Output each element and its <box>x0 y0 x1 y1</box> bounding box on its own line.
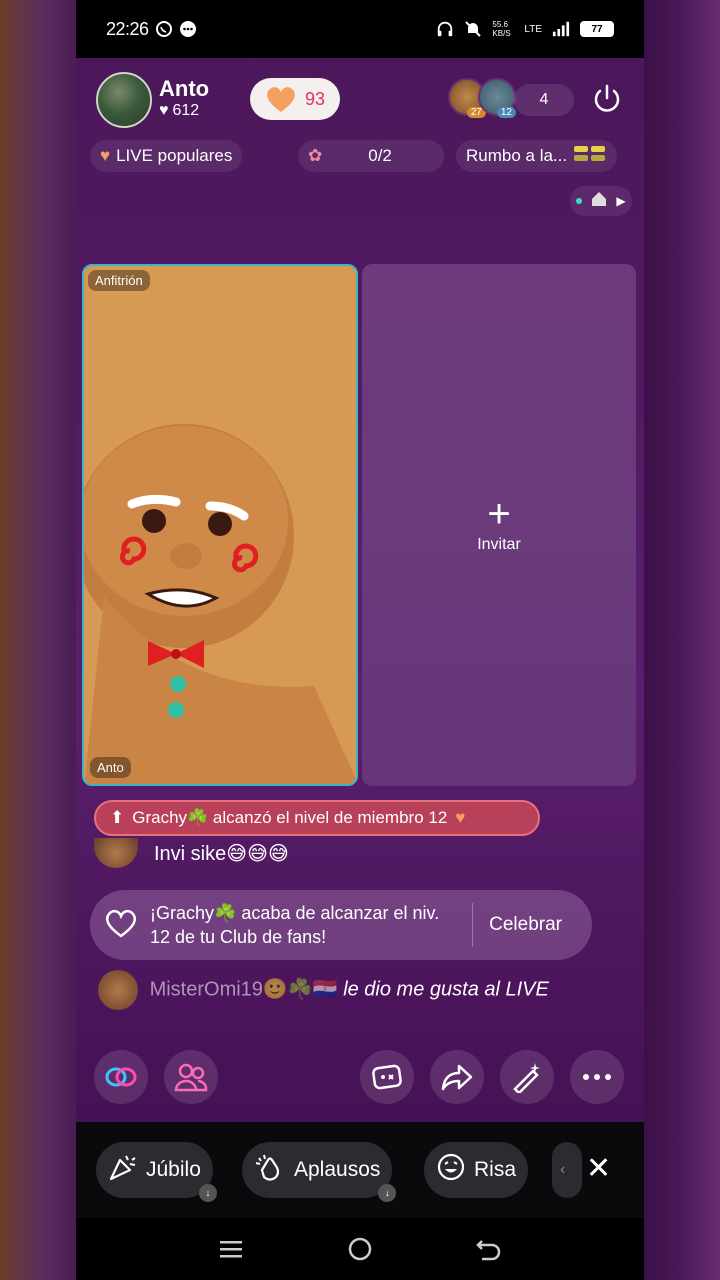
host-name-tag: Anto <box>90 757 131 778</box>
reaction-label: Risa <box>474 1158 517 1181</box>
chat-message: Invi sike😅😅😅 <box>94 838 289 868</box>
network-type: LTE <box>524 23 542 35</box>
net-speed: 55.6 KB/S <box>492 20 511 38</box>
action-row <box>76 1046 644 1104</box>
like-message: MisterOmi19🙂☘️🇵🇾 le dio me gusta al LIVE <box>98 970 618 1010</box>
orange-heart-icon: ♥ <box>100 146 111 165</box>
download-icon: ↓ <box>198 1184 217 1202</box>
viewer-avatar[interactable]: 12 <box>478 78 516 118</box>
host-likes-count: 612 <box>172 102 200 119</box>
heart-count: 93 <box>304 88 326 109</box>
goal-progress: 0/2 <box>368 146 392 165</box>
menu-icon[interactable] <box>216 1234 246 1264</box>
host-likes: ♥ 612 <box>159 102 199 120</box>
goal-icon: ✿ <box>308 146 323 165</box>
link-icon[interactable] <box>94 1050 148 1104</box>
share-icon[interactable] <box>430 1050 484 1104</box>
rumbo-chip[interactable]: Rumbo a la... <box>456 140 618 172</box>
status-time: 22:26 <box>106 18 149 39</box>
status-bar: 22:26 55.6 KB/S LTE 77 <box>76 0 644 58</box>
host-video[interactable]: Anfitrión Anto <box>82 264 358 786</box>
sub-bar: ♥ LIVE populares ✿ 0/2 Rumbo a la... <box>76 140 644 174</box>
signal-icon <box>552 20 570 38</box>
member-banner-text: Grachy☘️ alcanzó el nivel de miembro 12 <box>132 808 448 827</box>
headphones-icon <box>436 20 454 38</box>
chevron-left-icon: ‹ <box>560 1161 566 1178</box>
heart-icon: ♥ <box>159 102 169 119</box>
power-icon[interactable] <box>590 82 624 116</box>
host-name[interactable]: Anto <box>159 76 209 102</box>
celebrate-button[interactable]: Celebrar <box>472 903 578 947</box>
plus-icon: + <box>487 492 511 536</box>
host-avatar[interactable] <box>96 72 152 128</box>
fan-club-banner: ¡Grachy☘️ acaba de alcanzar el niv. 12 d… <box>90 890 592 960</box>
people-icon[interactable] <box>164 1050 218 1104</box>
more-icon[interactable] <box>570 1050 624 1104</box>
viewer-count[interactable]: 4 <box>514 84 574 116</box>
download-icon: ↓ <box>378 1184 397 1202</box>
dot-icon <box>576 198 583 204</box>
laugh-icon <box>436 1152 466 1188</box>
heart-outline-icon <box>104 908 138 943</box>
top-viewers[interactable]: 27 12 <box>448 78 516 118</box>
whatsapp-icon <box>155 20 173 38</box>
reaction-risa[interactable]: Risa <box>424 1142 529 1198</box>
back-icon[interactable] <box>474 1234 504 1264</box>
chat-icon <box>179 20 197 38</box>
reaction-aplausos[interactable]: Aplausos ↓ <box>242 1142 397 1202</box>
like-username[interactable]: MisterOmi19🙂☘️🇵🇾 <box>150 978 338 1000</box>
rumbo-label: Rumbo a la... <box>466 146 568 165</box>
close-icon[interactable]: ✕ <box>586 1154 611 1184</box>
invite-slot[interactable]: + Invitar <box>362 264 636 786</box>
play-icon: ▶ <box>616 194 626 208</box>
reaction-jubilo[interactable]: Júbilo ↓ <box>96 1142 217 1202</box>
rank-icon <box>573 143 607 170</box>
chat-avatar[interactable] <box>94 838 138 868</box>
clap-icon <box>254 1152 286 1188</box>
chat-message-text: Invi sike😅😅😅 <box>154 842 289 865</box>
orange-heart-icon: ♥ <box>455 808 466 827</box>
mini-control[interactable]: ▶ <box>570 186 632 216</box>
member-level-banner: ⬆ Grachy☘️ alcanzó el nivel de miembro 1… <box>94 800 540 836</box>
reaction-bar: Júbilo ↓ Aplausos ↓ Risa ‹ ✕ <box>76 1122 644 1218</box>
mute-bell-icon <box>464 20 482 38</box>
battery-indicator: 77 <box>580 21 614 37</box>
like-message-text: le dio me gusta al LIVE <box>343 978 549 1001</box>
home-circle-icon[interactable] <box>345 1234 375 1264</box>
chat-avatar[interactable] <box>98 970 138 1010</box>
phone-screen: 22:26 55.6 KB/S LTE 77 Anto ♥ 612 93 27 … <box>76 0 644 1280</box>
reaction-more[interactable]: ‹ <box>552 1142 582 1198</box>
viewer-level-badge: 12 <box>496 107 516 118</box>
invite-label: Invitar <box>477 536 521 553</box>
arrow-up-icon: ⬆ <box>110 808 125 827</box>
reaction-label: Aplausos <box>294 1158 381 1181</box>
party-popper-icon <box>108 1152 138 1188</box>
fan-banner-text: ¡Grachy☘️ acaba de alcanzar el niv. 12 d… <box>150 903 440 947</box>
game-icon[interactable] <box>360 1050 414 1104</box>
reaction-label: Júbilo <box>146 1158 201 1181</box>
home-icon <box>590 190 608 213</box>
goal-chip[interactable]: ✿ 0/2 <box>298 140 444 172</box>
gingerbread-face <box>84 424 356 784</box>
live-header: Anto ♥ 612 93 27 12 4 <box>76 64 644 134</box>
orange-heart-icon <box>267 87 295 112</box>
popular-label: LIVE populares <box>116 146 233 165</box>
magic-wand-icon[interactable] <box>500 1050 554 1104</box>
live-populares-chip[interactable]: ♥ LIVE populares <box>90 140 243 172</box>
system-nav-bar <box>76 1218 644 1280</box>
heart-button[interactable]: 93 <box>250 78 340 120</box>
